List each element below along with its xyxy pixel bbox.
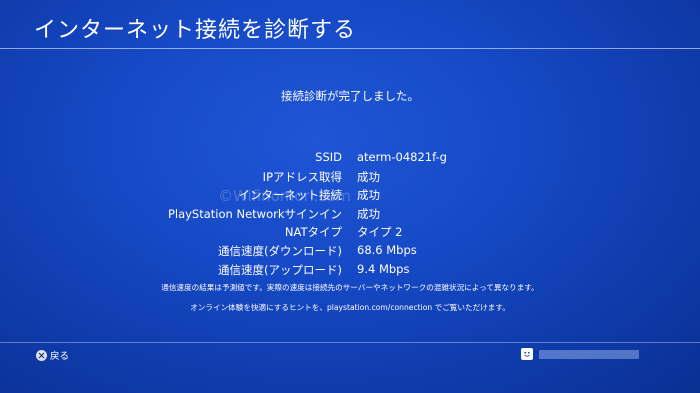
result-label: 通信速度(ダウンロード) bbox=[218, 243, 342, 258]
diagnosis-results: SSID aterm-04821f-g IPアドレス取得 成功 インターネット接… bbox=[0, 150, 700, 280]
result-label: 通信速度(アップロード) bbox=[218, 262, 342, 277]
result-row-ip-address: IPアドレス取得 成功 bbox=[0, 169, 700, 188]
result-label: PlayStation Networkサインイン bbox=[167, 206, 342, 221]
user-indicator bbox=[521, 348, 639, 360]
speed-disclaimer: 通信速度の結果は予測値です。実際の速度は接続先のサーバーやネットワークの混雑状況… bbox=[161, 283, 539, 292]
result-label: SSID bbox=[315, 150, 342, 164]
result-value: 68.6 Mbps bbox=[357, 242, 417, 257]
back-button[interactable]: 戻る bbox=[36, 348, 69, 362]
status-message: 接続診断が完了しました。 bbox=[281, 89, 419, 103]
result-row-internet-connection: インターネット接続 成功 bbox=[0, 187, 700, 206]
cross-button-icon bbox=[36, 349, 47, 361]
result-row-nat-type: NATタイプ タイプ 2 bbox=[0, 224, 700, 243]
result-row-download-speed: 通信速度(ダウンロード) 68.6 Mbps bbox=[0, 243, 700, 262]
title-divider bbox=[0, 48, 700, 49]
result-label: NATタイプ bbox=[284, 225, 342, 240]
result-row-psn-signin: PlayStation Networkサインイン 成功 bbox=[0, 206, 700, 225]
result-value: タイプ 2 bbox=[357, 225, 403, 240]
result-label: IPアドレス取得 bbox=[262, 169, 342, 184]
user-avatar-icon bbox=[521, 348, 533, 360]
result-row-ssid: SSID aterm-04821f-g bbox=[0, 150, 700, 169]
back-label: 戻る bbox=[50, 351, 70, 362]
page-title: インターネット接続を診断する bbox=[34, 18, 357, 43]
result-value: 成功 bbox=[357, 169, 380, 184]
result-value: aterm-04821f-g bbox=[357, 150, 447, 164]
result-value: 成功 bbox=[357, 206, 380, 221]
result-value: 9.4 Mbps bbox=[357, 261, 410, 276]
result-label: インターネット接続 bbox=[238, 188, 343, 203]
result-row-upload-speed: 通信速度(アップロード) 9.4 Mbps bbox=[0, 262, 700, 281]
username-redacted-bar bbox=[539, 349, 639, 359]
result-value: 成功 bbox=[357, 188, 380, 203]
footer-divider bbox=[0, 342, 700, 343]
online-hint: オンライン体験を快適にするヒントを、playstation.com/connec… bbox=[190, 303, 510, 312]
